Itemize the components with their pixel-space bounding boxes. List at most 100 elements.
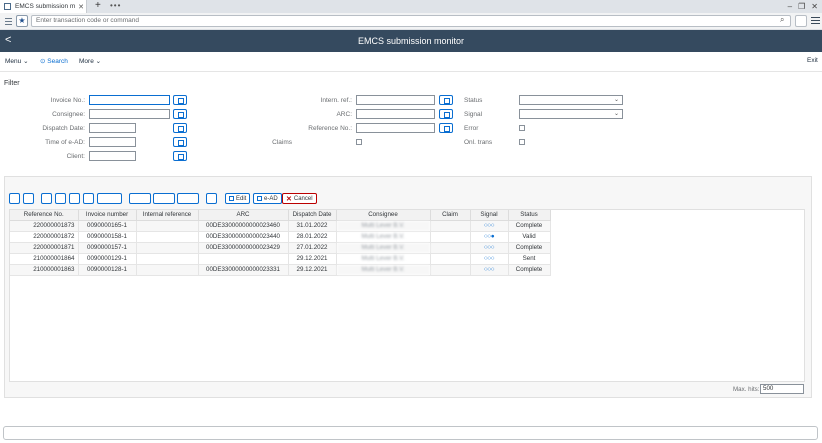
claims-checkbox[interactable] (356, 139, 362, 145)
consignee-input[interactable] (89, 109, 170, 119)
find-icon[interactable] (69, 193, 80, 204)
ead-button[interactable]: e-AD (253, 193, 282, 204)
results-table: Reference No. Invoice number Internal re… (9, 209, 805, 382)
invoice-cell: 0090000157-1 (78, 242, 137, 254)
document-icon (257, 196, 262, 201)
table-row[interactable]: 220000001871 0090000157-1 00DE3300000000… (10, 242, 551, 254)
column-header[interactable]: ARC (198, 210, 289, 221)
minimize-icon[interactable]: – (788, 2, 792, 11)
signal-select[interactable]: ⌄ (519, 109, 623, 119)
arc-cell (198, 253, 289, 265)
invoice-no-value-help-icon[interactable] (173, 95, 187, 105)
arc-value-help-icon[interactable] (439, 109, 453, 119)
invoice-cell: 0090000165-1 (78, 220, 137, 232)
more-tabs-icon[interactable]: ••• (110, 0, 121, 13)
table-row[interactable]: 220000001873 0090000165-1 00DE3300000000… (10, 220, 551, 232)
column-header[interactable]: Dispatch Date (288, 210, 337, 221)
client-input[interactable] (89, 151, 136, 161)
restore-icon[interactable]: ❐ (798, 2, 805, 11)
dispatch-date-input[interactable] (89, 123, 136, 133)
status-cell: Sent (508, 253, 551, 265)
reference-no-value-help-icon[interactable] (439, 123, 453, 133)
column-header[interactable]: Consignee (336, 210, 431, 221)
sort-ascending-icon[interactable] (41, 193, 52, 204)
column-header[interactable]: Claim (430, 210, 471, 221)
intern-ref-input[interactable] (356, 95, 435, 105)
status-label: Status (464, 97, 483, 104)
client-value-help-icon[interactable] (173, 151, 187, 161)
max-hits-input[interactable]: 500 (760, 384, 804, 394)
signal-traffic-light-icon: ○○○ (470, 242, 509, 254)
menu-button[interactable]: Menu ⌄ (5, 57, 29, 65)
reference-cell: 220000001871 (10, 242, 79, 254)
command-options-button[interactable] (795, 15, 807, 27)
column-header[interactable]: Reference No. (10, 210, 79, 221)
invoice-cell: 0090000128-1 (78, 264, 137, 276)
client-label: Client: (66, 153, 85, 160)
signal-traffic-light-icon: ○○● (470, 231, 509, 243)
dispatch-date-value-help-icon[interactable] (173, 123, 187, 133)
table-row[interactable]: 210000001863 0090000128-1 00DE3300000000… (10, 264, 551, 276)
invoice-no-input[interactable] (89, 95, 170, 105)
dispatch-date-cell: 31.01.2022 (288, 220, 337, 232)
exit-button[interactable]: Exit (807, 57, 818, 64)
status-bar (3, 426, 818, 440)
chevron-down-icon: ⌄ (95, 58, 102, 65)
cancel-x-icon: ✕ (286, 195, 292, 203)
search-execute-icon: ⊙ (40, 58, 46, 65)
edit-icon (229, 196, 234, 201)
shell-header: < EMCS submission monitor (0, 30, 822, 52)
find-next-icon[interactable] (83, 193, 94, 204)
export-dropdown-icon[interactable] (177, 193, 199, 204)
dispatch-date-label: Dispatch Date: (42, 125, 85, 132)
column-header[interactable]: Signal (470, 210, 509, 221)
intern-ref-value-help-icon[interactable] (439, 95, 453, 105)
arc-input[interactable] (356, 109, 435, 119)
browser-tab[interactable]: EMCS submission m... ✕ (0, 0, 87, 13)
print-dropdown-icon[interactable] (153, 193, 175, 204)
column-header[interactable]: Invoice number (78, 210, 137, 221)
sort-descending-icon[interactable] (55, 193, 66, 204)
search-button[interactable]: ⊙ Search (40, 57, 68, 65)
consignee-value-help-icon[interactable] (173, 109, 187, 119)
hamburger-menu-icon[interactable] (811, 17, 820, 24)
consignee-cell: Multi Lever B.V. (336, 253, 431, 265)
filter-dropdown-icon[interactable] (97, 193, 122, 204)
onl-trans-label: Onl. trans (464, 139, 493, 146)
edit-button[interactable]: Edit (225, 193, 251, 204)
details-icon[interactable] (9, 193, 20, 204)
layout-icon[interactable] (206, 193, 217, 204)
chevron-down-icon: ⌄ (613, 97, 619, 103)
table-header-row: Reference No. Invoice number Internal re… (10, 210, 551, 221)
internal-ref-cell (136, 253, 199, 265)
reference-cell: 220000001872 (10, 231, 79, 243)
more-button[interactable]: More ⌄ (79, 57, 101, 65)
signal-traffic-light-icon: ○○○ (470, 264, 509, 276)
time-ead-value-help-icon[interactable] (173, 137, 187, 147)
error-checkbox[interactable] (519, 125, 525, 131)
table-row[interactable]: 220000001872 0090000158-1 00DE3300000000… (10, 231, 551, 243)
reference-no-input[interactable] (356, 123, 435, 133)
favorites-star-icon[interactable]: ★ (16, 15, 28, 27)
arc-cell: 00DE33000000000023440 (198, 231, 289, 243)
side-menu-icon[interactable] (3, 16, 14, 27)
new-tab-button[interactable]: + (95, 0, 101, 13)
status-select[interactable]: ⌄ (519, 95, 623, 105)
claims-label: Claims (272, 139, 292, 146)
close-tab-icon[interactable]: ✕ (76, 3, 86, 11)
close-window-icon[interactable]: ✕ (811, 2, 818, 11)
sum-dropdown-icon[interactable] (129, 193, 151, 204)
column-header[interactable]: Internal reference (136, 210, 199, 221)
refresh-icon[interactable] (23, 193, 34, 204)
status-cell: Complete (508, 242, 551, 254)
internal-ref-cell (136, 264, 199, 276)
column-header[interactable]: Status (508, 210, 551, 221)
browser-tab-bar: EMCS submission m... ✕ + ••• – ❐ ✕ (0, 0, 822, 13)
consignee-label: Consignee: (52, 111, 85, 118)
onl-trans-checkbox[interactable] (519, 139, 525, 145)
search-icon[interactable]: ⌕ (780, 15, 784, 25)
cancel-button[interactable]: ✕ Cancel (282, 193, 317, 204)
time-ead-input[interactable] (89, 137, 136, 147)
table-row[interactable]: 210000001864 0090000129-1 29.12.2021 Mul… (10, 253, 551, 265)
command-input[interactable]: Enter transaction code or command (31, 15, 791, 27)
